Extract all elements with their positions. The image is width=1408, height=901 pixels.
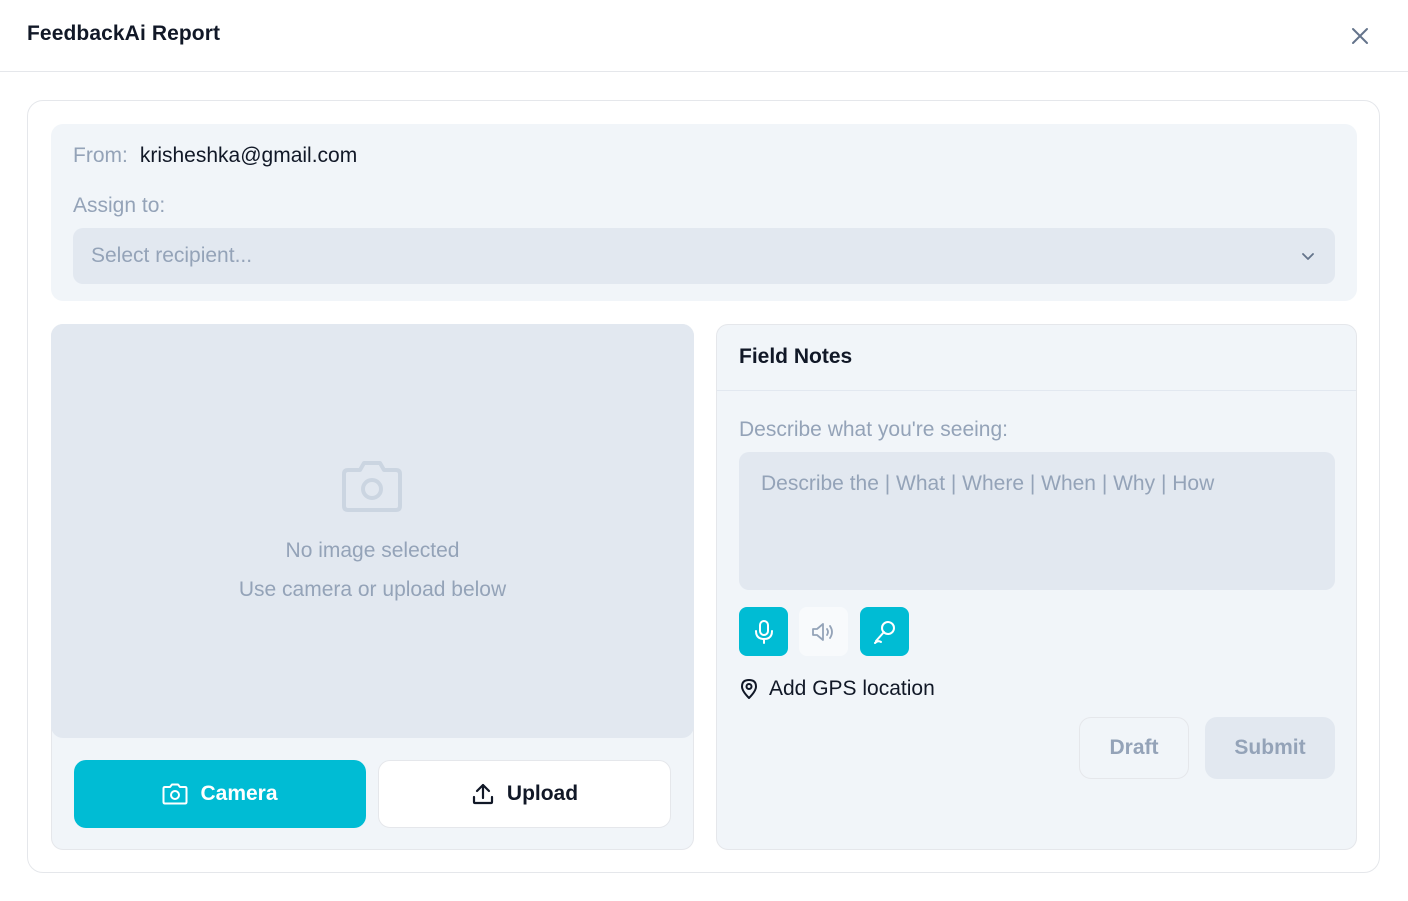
recipient-select[interactable]: Select recipient...	[73, 228, 1335, 284]
feedback-report-modal: FeedbackAi Report From: krisheshka@gmail…	[0, 0, 1408, 901]
image-hint-text: Use camera or upload below	[238, 578, 507, 601]
from-label: From:	[73, 144, 128, 167]
close-button[interactable]	[1346, 22, 1374, 50]
submit-button[interactable]: Submit	[1205, 717, 1335, 779]
recipient-select-value: Select recipient...	[91, 244, 253, 267]
camera-button[interactable]: Camera	[74, 760, 366, 828]
map-pin-icon	[741, 679, 757, 699]
add-gps-label: Add GPS location	[769, 677, 935, 700]
read-aloud-button[interactable]	[799, 607, 848, 656]
report-card: From: krisheshka@gmail.com Assign to: Se…	[27, 100, 1380, 873]
ai-write-button[interactable]	[860, 607, 909, 656]
chevron-down-icon	[1302, 253, 1314, 260]
from-email: krisheshka@gmail.com	[139, 144, 358, 167]
close-icon	[1352, 28, 1368, 44]
speaker-icon	[811, 622, 833, 641]
image-panel: No image selected Use camera or upload b…	[51, 324, 694, 850]
field-notes-title: Field Notes	[739, 345, 853, 368]
modal-title: FeedbackAi Report	[27, 22, 221, 45]
add-gps-button[interactable]: Add GPS location	[739, 677, 935, 701]
recipient-panel: From: krisheshka@gmail.com Assign to: Se…	[51, 124, 1357, 301]
field-notes-header: Field Notes	[717, 325, 1356, 391]
no-image-text: No image selected	[285, 539, 460, 562]
microphone-icon	[754, 619, 773, 644]
draft-button[interactable]: Draft	[1079, 717, 1189, 779]
upload-button-label: Upload	[506, 782, 579, 805]
image-preview: No image selected Use camera or upload b…	[51, 324, 694, 738]
upload-icon	[472, 783, 494, 805]
camera-icon	[342, 461, 402, 512]
field-notes-panel: Field Notes Describe what you're seeing:	[716, 324, 1357, 850]
modal-header: FeedbackAi Report	[0, 0, 1408, 72]
assign-label: Assign to:	[73, 194, 166, 217]
describe-label: Describe what you're seeing:	[739, 418, 1008, 441]
field-notes-textarea[interactable]	[739, 452, 1335, 590]
upload-button[interactable]: Upload	[378, 760, 671, 828]
voice-input-button[interactable]	[739, 607, 788, 656]
pen-icon	[873, 620, 895, 644]
from-row: From: krisheshka@gmail.com	[73, 144, 357, 168]
camera-button-label: Camera	[200, 782, 278, 805]
camera-icon	[162, 783, 188, 805]
